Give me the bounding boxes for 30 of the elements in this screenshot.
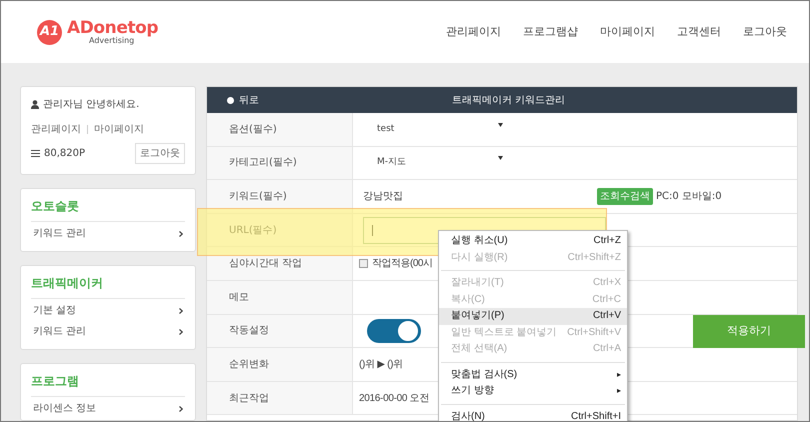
select-value: M-지도 (377, 156, 406, 170)
field-label: 옵션(필수) (207, 113, 353, 146)
menu-item-label: 라이센스 정보 (33, 402, 96, 416)
logo-badge: A1 (37, 20, 62, 44)
menu-item-label: 기본 설정 (33, 304, 76, 318)
field-label: 카테고리(필수) (207, 146, 353, 180)
field-label: 작동설정 (207, 314, 353, 348)
submenu-arrow-icon: ▸ (616, 387, 621, 396)
logo-wordmark: ADonetop (67, 20, 158, 36)
field-label: 키워드(필수) (207, 180, 353, 213)
count-result: PC:0 모바일:0 (656, 190, 722, 204)
menu-item-label: 키워드 관리 (33, 227, 86, 241)
field-label: 순위변화 (207, 348, 353, 381)
menu-item-label: 키워드 관리 (33, 325, 86, 339)
field-value: ()위 ▶ ()위 (359, 358, 403, 372)
panel-title: 트래픽메이커 키워드관리 (452, 94, 566, 108)
menu-title: 트래픽메이커 (31, 274, 185, 299)
menu-title: 오토슬롯 (31, 197, 185, 222)
points-text: 80,820P (44, 147, 86, 161)
keyword-text: 강남맛집 (363, 190, 404, 204)
submenu-arrow-icon: ▸ (616, 370, 621, 379)
logo-tagline: Advertising (89, 36, 134, 44)
field-label: 심야시간대 작업 (207, 247, 353, 280)
field-label: 메모 (207, 280, 353, 314)
field-value: 2016-00-00 오전 (359, 392, 430, 406)
checkbox-label: 작업적용(00시 (372, 257, 432, 272)
field-label: 최근작업 (207, 382, 353, 414)
select-value: test (377, 122, 394, 136)
greeting-text: 관리자님 안녕하세요. (43, 98, 140, 112)
menu-title: 프로그램 (31, 372, 185, 397)
